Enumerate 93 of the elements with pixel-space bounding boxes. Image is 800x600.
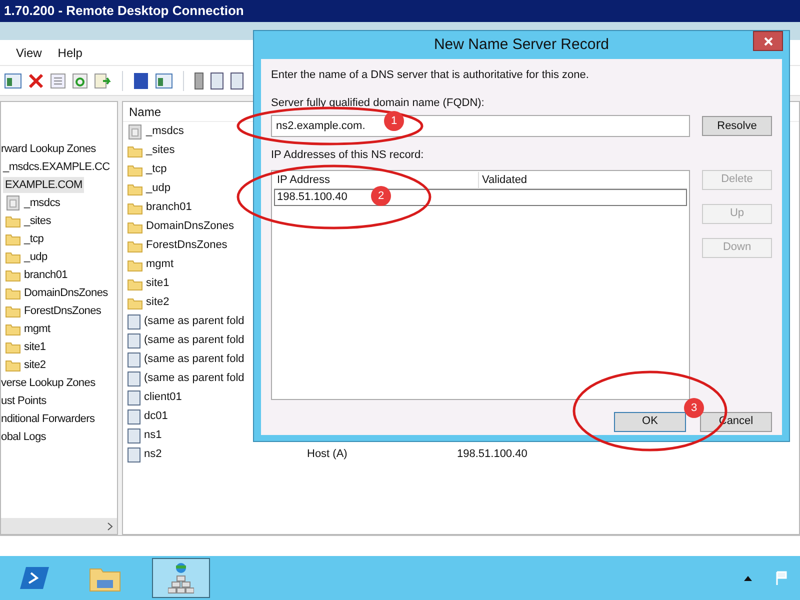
list-item[interactable]: dc01 — [144, 408, 168, 425]
list-item[interactable]: (same as parent fold — [144, 370, 244, 387]
list-item[interactable]: _tcp — [146, 161, 167, 178]
instruction-text: Enter the name of a DNS server that is authoritative for this zone. — [271, 68, 590, 83]
folder-icon — [127, 162, 143, 176]
zone-icon — [127, 124, 143, 140]
tree-item[interactable]: rward Lookup Zones — [1, 140, 96, 158]
list-item[interactable]: (same as parent fold — [144, 351, 244, 368]
dialog-title: New Name Server Record — [434, 34, 610, 55]
menu-item[interactable]: View — [16, 44, 42, 62]
menu-item[interactable]: Help — [58, 44, 82, 62]
delete-icon[interactable] — [28, 72, 44, 88]
tree-item[interactable]: verse Lookup Zones — [1, 374, 96, 392]
record-icon — [127, 370, 141, 386]
folder-icon — [5, 214, 21, 228]
list-item[interactable]: (same as parent fold — [144, 313, 244, 330]
record-icon — [127, 390, 141, 406]
tree-item[interactable]: nditional Forwarders — [1, 410, 95, 428]
network-icon — [168, 562, 194, 594]
list-item[interactable]: (same as parent fold — [144, 332, 244, 349]
list-item[interactable]: client01 — [144, 389, 182, 406]
record-icon — [127, 408, 141, 424]
list-item[interactable]: site1 — [146, 275, 170, 292]
record-icon — [127, 314, 141, 330]
folder-icon — [127, 144, 143, 158]
list-item[interactable]: branch01 — [146, 199, 192, 216]
record-icon — [127, 352, 141, 368]
record-icon — [127, 446, 141, 462]
tree-item[interactable]: DomainDnsZones — [24, 284, 108, 302]
folder-icon — [127, 238, 143, 252]
list-item[interactable]: ns1 — [144, 427, 162, 444]
tree-item[interactable]: EXAMPLE.COM — [3, 176, 84, 194]
folder-icon — [127, 296, 143, 310]
record-icon — [127, 428, 141, 444]
record-icon[interactable] — [230, 72, 244, 90]
folder-icon — [5, 232, 21, 246]
window-title-bar: 1.70.200 - Remote Desktop Connection — [0, 0, 800, 22]
folder-icon — [5, 286, 21, 300]
tree-item[interactable]: mgmt — [24, 320, 50, 338]
horizontal-scrollbar[interactable] — [1, 518, 117, 534]
tray-arrow-icon[interactable] — [744, 576, 752, 580]
list-item[interactable]: mgmt — [146, 256, 174, 273]
record-icon[interactable] — [210, 72, 224, 90]
refresh-icon[interactable] — [72, 72, 88, 88]
folder-icon — [127, 276, 143, 290]
table-cell-text: 198.51.100.40 — [457, 447, 528, 462]
folder-icon — [5, 268, 21, 282]
chevron-right-icon[interactable] — [107, 522, 113, 530]
folder-icon — [127, 182, 143, 196]
field-label: IP Addresses of this NS record: — [271, 148, 425, 163]
list-item[interactable]: _sites — [146, 142, 175, 159]
folder-icon — [5, 322, 21, 336]
folder-icon — [127, 200, 143, 214]
pane-icon[interactable] — [155, 72, 173, 88]
close-icon — [764, 36, 772, 46]
column-header[interactable]: Validated — [479, 172, 530, 188]
close-button[interactable] — [753, 31, 783, 51]
tree-item[interactable]: site2 — [24, 356, 46, 374]
tree-item[interactable]: ust Points — [1, 392, 46, 410]
list-item[interactable]: DomainDnsZones — [146, 218, 234, 235]
list-item[interactable]: site2 — [146, 294, 170, 311]
folder-icon — [5, 358, 21, 372]
tree-item[interactable]: _msdcs — [24, 194, 60, 212]
record-icon — [127, 332, 141, 348]
tree-item[interactable]: _msdcs.EXAMPLE.CC — [3, 158, 110, 176]
column-header[interactable]: Name — [129, 102, 162, 120]
pane-icon[interactable] — [4, 72, 22, 88]
tree-item[interactable]: _udp — [24, 248, 48, 266]
tree-item[interactable]: obal Logs — [1, 428, 46, 446]
list-item[interactable]: _udp — [146, 180, 170, 197]
zone-icon — [5, 195, 21, 211]
folder-icon — [127, 220, 143, 234]
list-item[interactable]: ns2 — [144, 446, 162, 463]
tree-item[interactable]: site1 — [24, 338, 46, 356]
server-icon[interactable] — [194, 72, 204, 90]
folder-icon — [5, 340, 21, 354]
folder-icon — [5, 304, 21, 318]
tree-item[interactable]: ForestDnsZones — [24, 302, 102, 320]
tree-item[interactable]: branch01 — [24, 266, 68, 284]
tree-item[interactable]: _sites — [24, 212, 51, 230]
folder-icon — [5, 250, 21, 264]
taskbar-button[interactable] — [152, 558, 210, 598]
tree-item[interactable]: _tcp — [24, 230, 44, 248]
list-item[interactable]: _msdcs — [146, 123, 184, 140]
properties-icon[interactable] — [50, 72, 66, 88]
folder-icon — [127, 258, 143, 272]
resolve-button[interactable]: Resolve — [702, 116, 772, 136]
field-label: Server fully qualified domain name (FQDN): — [271, 96, 486, 110]
powershell-icon — [20, 565, 50, 591]
export-icon[interactable] — [94, 72, 112, 88]
ok-button[interactable]: OK — [614, 412, 686, 432]
table-cell-text: Host (A) — [307, 447, 348, 462]
list-item[interactable]: ForestDnsZones — [146, 237, 228, 254]
